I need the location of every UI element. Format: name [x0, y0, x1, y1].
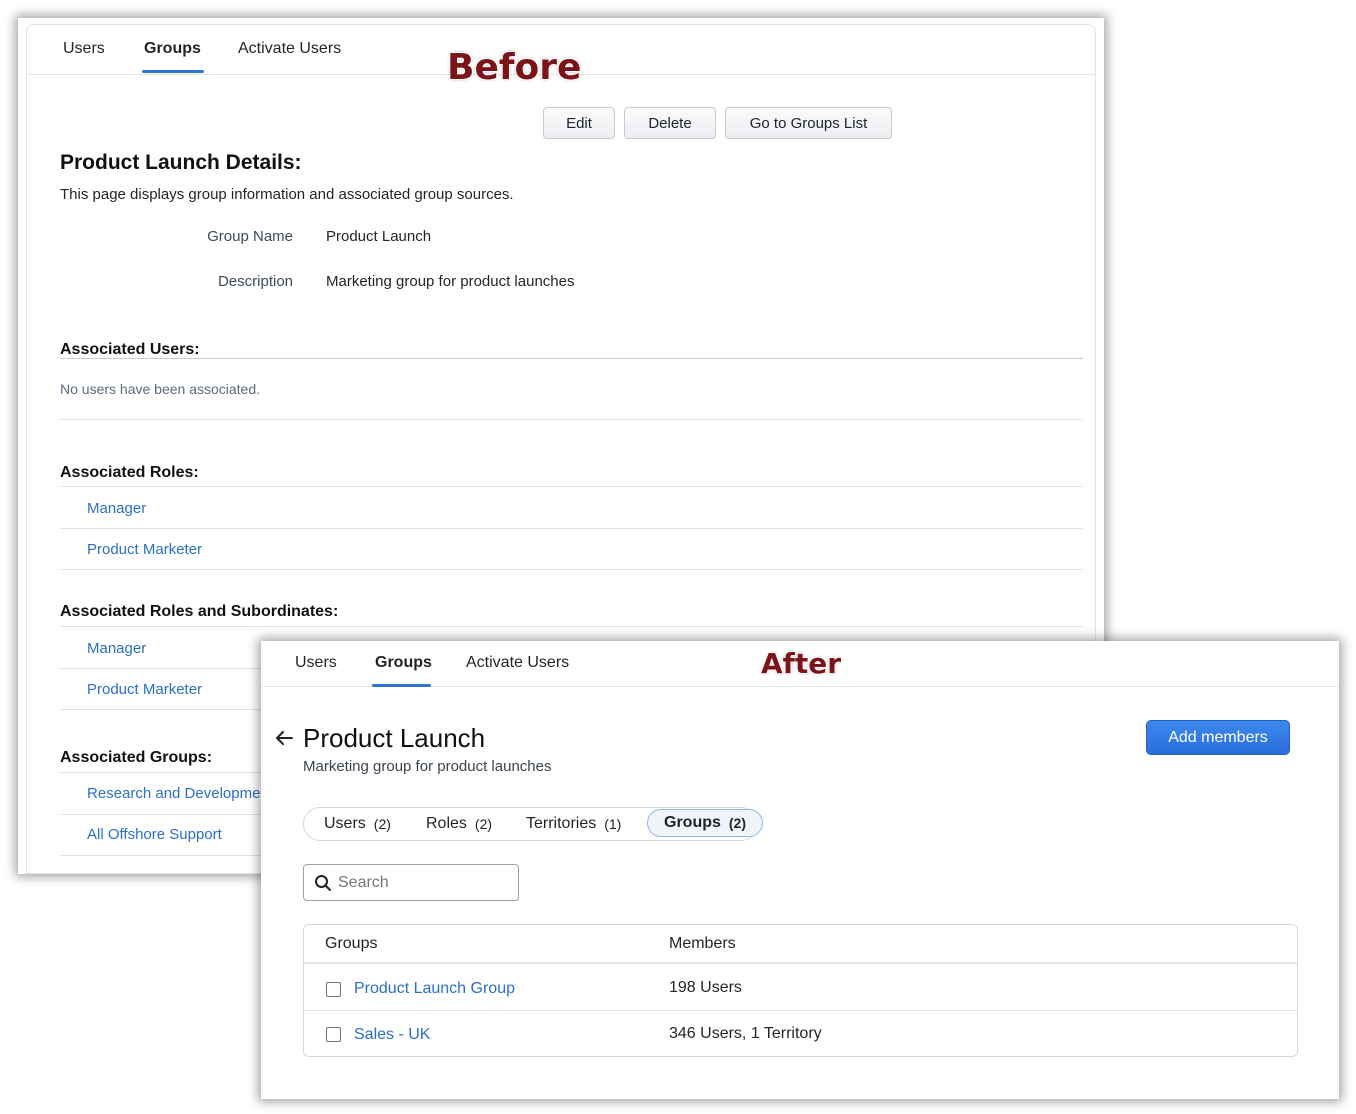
group-link-all-offshore-support[interactable]: All Offshore Support [87, 826, 222, 843]
divider [60, 626, 1083, 627]
go-to-groups-list-button[interactable]: Go to Groups List [725, 107, 892, 139]
group-link-research-and-development[interactable]: Research and Development [87, 785, 273, 802]
pill-count: (1) [604, 816, 622, 832]
associated-users-heading: Associated Users: [60, 341, 200, 358]
page-description: Marketing group for product launches [303, 758, 552, 775]
role-link-manager[interactable]: Manager [87, 500, 146, 517]
pill-users[interactable]: Users (2) [324, 808, 391, 840]
associated-roles-subordinates-heading: Associated Roles and Subordinates: [60, 603, 339, 620]
page-description: This page displays group information and… [60, 186, 514, 203]
back-arrow-icon[interactable] [273, 727, 295, 749]
role-link-product-marketer[interactable]: Product Marketer [87, 541, 202, 558]
role-sub-link-manager[interactable]: Manager [87, 640, 146, 657]
after-window: Users Groups Activate Users After Produc… [261, 641, 1339, 1099]
field-label-description: Description [217, 273, 293, 290]
table-row: Product Launch Group 198 Users [304, 964, 1297, 1011]
tab-groups[interactable]: Groups [144, 40, 201, 58]
tab-users[interactable]: Users [63, 40, 105, 58]
field-value-description: Marketing group for product launches [326, 273, 575, 290]
column-header-members[interactable]: Members [669, 935, 736, 953]
column-header-groups[interactable]: Groups [325, 935, 377, 953]
members-count: 198 Users [669, 979, 742, 996]
group-link[interactable]: Sales - UK [354, 1026, 430, 1044]
delete-button[interactable]: Delete [624, 107, 716, 139]
members-count: 346 Users, 1 Territory [669, 1025, 822, 1042]
pill-label: Groups [664, 814, 721, 831]
divider [60, 358, 1083, 359]
tab-users[interactable]: Users [295, 654, 337, 672]
tab-groups[interactable]: Groups [375, 654, 432, 672]
tab-activate-users[interactable]: Activate Users [238, 40, 341, 58]
role-sub-link-product-marketer[interactable]: Product Marketer [87, 681, 202, 698]
add-members-button[interactable]: Add members [1146, 720, 1290, 755]
page-title: Product Launch [303, 723, 486, 753]
pill-label: Roles [426, 815, 467, 832]
active-tab-indicator [372, 684, 431, 687]
associated-roles-heading: Associated Roles: [60, 464, 199, 481]
no-users-message: No users have been associated. [60, 381, 261, 397]
pill-roles[interactable]: Roles (2) [426, 808, 492, 840]
search-icon [314, 874, 332, 892]
edit-button[interactable]: Edit [543, 107, 615, 139]
divider [60, 419, 1083, 420]
active-tab-indicator [142, 70, 204, 73]
group-link[interactable]: Product Launch Group [354, 980, 515, 998]
table-header: Groups Members [304, 925, 1297, 964]
search-input[interactable] [336, 871, 510, 895]
tab-activate-users[interactable]: Activate Users [466, 654, 569, 672]
checkbox-icon[interactable] [326, 1027, 341, 1042]
divider [60, 486, 1083, 487]
table-row: Sales - UK 346 Users, 1 Territory [304, 1011, 1297, 1057]
search-box[interactable] [303, 864, 519, 901]
page-title: Product Launch Details: [60, 151, 302, 174]
field-label-group-name: Group Name [207, 228, 293, 245]
divider [60, 528, 1083, 529]
pill-count: (2) [474, 816, 493, 832]
before-stamp: Before [447, 47, 582, 88]
pill-count: (2) [373, 816, 391, 832]
section-pill-tabs: Users (2) Roles (2) Territories (1) Groups (… [303, 807, 764, 841]
pill-count: (2) [728, 815, 747, 831]
groups-table: Groups Members Product Launch Group 198 … [303, 924, 1298, 1057]
pill-label: Users [324, 815, 366, 832]
after-stamp: After [761, 647, 842, 680]
pill-label: Territories [526, 815, 597, 832]
pill-groups[interactable]: Groups (2) [647, 809, 764, 837]
field-value-group-name: Product Launch [326, 228, 432, 245]
checkbox-icon[interactable] [326, 982, 341, 997]
pill-territories[interactable]: Territories (1) [526, 808, 621, 840]
divider [60, 569, 1083, 570]
associated-groups-heading: Associated Groups: [60, 749, 213, 766]
